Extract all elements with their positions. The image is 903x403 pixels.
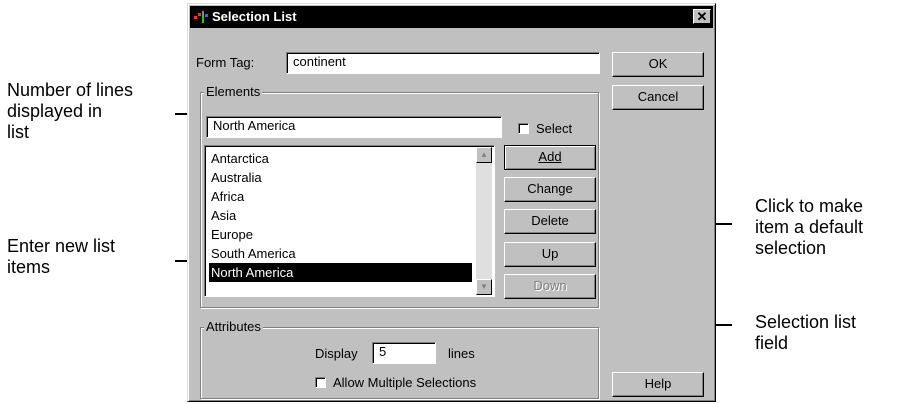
display-label: Display [315,346,358,361]
callout-selection-field: Selection list field [755,312,856,354]
list-item[interactable]: Africa [209,187,472,206]
scroll-up-arrow-icon: ▲ [480,150,488,159]
select-checkbox-label: Select [536,121,573,136]
change-button[interactable]: Change [504,177,596,202]
add-button[interactable]: Add [504,145,596,170]
callout-lines-in-list: Number of lines displayed in list [7,80,133,143]
change-button-label: Change [527,181,573,196]
ok-button[interactable]: OK [612,52,704,77]
help-button-label: Help [644,376,672,391]
new-item-input[interactable]: North America [206,116,502,138]
delete-button[interactable]: Delete [504,209,596,234]
select-checkbox[interactable] [518,123,529,134]
callout-default-selection-text: Click to make item a default selection [755,196,864,258]
scroll-up-button[interactable]: ▲ [476,147,492,163]
close-button[interactable]: ✕ [693,9,711,24]
dialog-title: Selection List [212,9,297,24]
list-scrollbar[interactable]: ▲ ▼ [476,147,492,295]
list-item[interactable]: Asia [209,206,472,225]
down-button-label: Down [533,278,567,293]
allow-multiple-checkbox[interactable] [315,377,326,388]
selection-list-dialog: Selection List ✕ Form Tag: continent OK … [187,3,716,402]
allow-multiple-label: Allow Multiple Selections [333,375,477,390]
down-button[interactable]: Down [504,274,596,299]
callout-lines-in-list-text: Number of lines displayed in list [7,80,134,142]
callout-new-items: Enter new list items [7,236,115,278]
lines-label: lines [448,346,475,361]
list-item[interactable]: Antarctica [209,149,472,168]
cancel-button[interactable]: Cancel [612,85,704,110]
list-item[interactable]: South America [209,244,472,263]
add-button-label: Add [538,149,562,164]
scroll-down-button[interactable]: ▼ [476,279,492,295]
list-item-selected[interactable]: North America [209,263,472,282]
display-lines-input[interactable]: 5 [372,342,436,364]
form-tag-input[interactable]: continent [286,52,600,74]
scroll-down-arrow-icon: ▼ [480,282,488,291]
form-tag-label: Form Tag: [196,55,255,70]
callout-selection-field-text: Selection list field [755,312,857,353]
list-item[interactable]: Europe [209,225,472,244]
delete-button-label: Delete [531,213,569,228]
app-icon [194,11,208,23]
callout-default-selection: Click to make item a default selection [755,196,863,259]
attributes-group-label: Attributes [204,319,263,335]
list-item[interactable]: Australia [209,168,472,187]
elements-listbox[interactable]: Antarctica Australia Africa Asia Europe … [204,145,495,297]
title-bar[interactable]: Selection List ✕ [190,6,713,28]
elements-group-label: Elements [204,84,263,100]
close-icon: ✕ [696,9,708,24]
up-button-label: Up [541,246,559,261]
help-button[interactable]: Help [612,372,704,397]
up-button[interactable]: Up [504,242,596,267]
callout-new-items-text: Enter new list items [7,236,116,277]
